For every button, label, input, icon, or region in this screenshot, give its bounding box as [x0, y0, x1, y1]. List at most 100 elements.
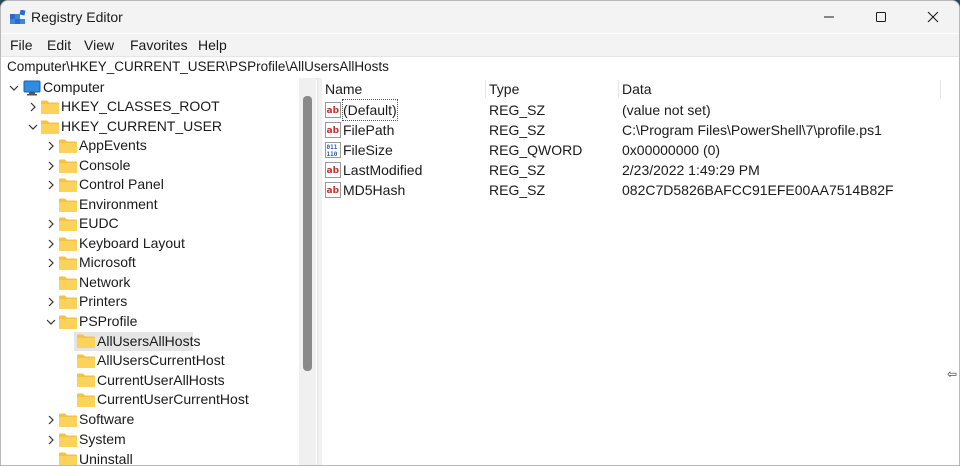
tree-item-console[interactable]: Console	[79, 156, 130, 175]
value-row[interactable]: 011 110 FileSize REG_QWORD 0x00000000 (0)	[322, 140, 959, 160]
chevron-right-icon[interactable]	[46, 219, 56, 229]
svg-text:110: 110	[327, 151, 338, 158]
tree-item-network[interactable]: Network	[79, 273, 130, 292]
maximize-icon	[876, 12, 886, 22]
string-value-icon: ab	[325, 182, 341, 198]
column-header-data[interactable]: Data	[622, 78, 652, 100]
tree-item-uninstall[interactable]: Uninstall	[79, 450, 133, 465]
chevron-right-icon[interactable]	[46, 161, 56, 171]
folder-icon	[59, 217, 77, 231]
minimize-button[interactable]	[805, 1, 853, 33]
column-header-name[interactable]: Name	[325, 78, 362, 100]
value-row[interactable]: ab (Default) REG_SZ (value not set)	[322, 99, 959, 121]
column-header-type[interactable]: Type	[489, 78, 519, 100]
folder-icon	[59, 295, 77, 309]
chevron-right-icon[interactable]	[46, 239, 56, 249]
tree-item-currentuserallhosts[interactable]: CurrentUserAllHosts	[97, 371, 225, 390]
value-data: (value not set)	[622, 102, 711, 118]
tree-item-microsoft[interactable]: Microsoft	[79, 253, 136, 272]
chevron-down-icon[interactable]	[46, 317, 56, 327]
value-type: REG_SZ	[489, 182, 546, 198]
tree-item-hkey-classes-root[interactable]: HKEY_CLASSES_ROOT	[61, 97, 220, 116]
tree-item-computer[interactable]: Computer	[43, 78, 104, 97]
tree-item-currentusercurrenthost[interactable]: CurrentUserCurrentHost	[97, 390, 249, 409]
registry-editor-app-icon	[10, 10, 26, 24]
string-value-icon: ab	[325, 162, 341, 178]
value-type: REG_SZ	[489, 102, 546, 118]
folder-icon	[77, 334, 95, 348]
folder-icon	[59, 198, 77, 212]
tree-item-psprofile[interactable]: PSProfile	[79, 312, 137, 331]
chevron-right-icon[interactable]	[46, 415, 56, 425]
tree-item-control-panel[interactable]: Control Panel	[79, 175, 164, 194]
svg-text:ab: ab	[327, 106, 340, 116]
close-button[interactable]	[909, 1, 957, 33]
column-separator[interactable]	[485, 80, 486, 98]
binary-value-icon: 011110	[325, 142, 341, 158]
tree-item-printers[interactable]: Printers	[79, 292, 127, 311]
svg-text:011: 011	[327, 144, 338, 151]
tree-scrollbar-thumb[interactable]	[303, 96, 312, 371]
folder-icon	[59, 276, 77, 290]
menu-favorites[interactable]: Favorites	[130, 37, 188, 53]
folder-icon	[59, 237, 77, 251]
folder-icon	[59, 413, 77, 427]
value-data: 2/23/2022 1:49:29 PM	[622, 162, 760, 178]
svg-text:ab: ab	[327, 166, 340, 176]
value-data: C:\Program Files\PowerShell\7\profile.ps…	[622, 122, 882, 138]
chevron-right-icon[interactable]	[46, 297, 56, 307]
string-value-icon: ab	[325, 122, 341, 138]
tree-item-allusersallhosts[interactable]: AllUsersAllHosts	[97, 332, 200, 351]
title-bar[interactable]: Registry Editor	[1, 1, 959, 33]
column-separator[interactable]	[618, 80, 619, 98]
folder-icon	[59, 433, 77, 447]
chevron-down-icon[interactable]	[28, 122, 38, 132]
chevron-right-icon[interactable]	[46, 435, 56, 445]
value-name: FileSize	[343, 142, 393, 158]
string-value-icon: ab	[325, 102, 341, 118]
chevron-right-icon[interactable]	[46, 258, 56, 268]
tree-item-hkey-current-user[interactable]: HKEY_CURRENT_USER	[61, 117, 222, 136]
computer-icon	[23, 80, 41, 96]
tree-item-alluserscurrenthost[interactable]: AllUsersCurrentHost	[97, 351, 225, 370]
folder-icon	[77, 393, 95, 407]
address-path[interactable]: Computer\HKEY_CURRENT_USER\PSProfile\All…	[7, 59, 389, 74]
folder-icon	[59, 452, 77, 465]
tree-item-environment[interactable]: Environment	[79, 195, 158, 214]
values-list-pane[interactable]: Name Type Data ab (Default) REG_SZ (valu…	[322, 78, 959, 465]
value-name: LastModified	[343, 162, 423, 178]
column-separator[interactable]	[940, 80, 941, 98]
value-row[interactable]: ab LastModified REG_SZ 2/23/2022 1:49:29…	[322, 160, 959, 180]
resize-cursor-icon: ⇦	[947, 367, 958, 381]
value-row[interactable]: ab MD5Hash REG_SZ 082C7D5826BAFCC91EFE00…	[322, 180, 959, 200]
folder-icon	[77, 373, 95, 387]
menu-edit[interactable]: Edit	[47, 37, 71, 53]
close-icon	[927, 11, 939, 23]
tree-item-eudc[interactable]: EUDC	[79, 214, 119, 233]
value-name: MD5Hash	[343, 182, 406, 198]
address-bar[interactable]: Computer\HKEY_CURRENT_USER\PSProfile\All…	[1, 56, 959, 79]
minimize-icon	[824, 16, 834, 18]
chevron-right-icon[interactable]	[46, 180, 56, 190]
tree-item-software[interactable]: Software	[79, 410, 134, 429]
folder-icon	[59, 139, 77, 153]
chevron-right-icon[interactable]	[28, 102, 38, 112]
value-row[interactable]: ab FilePath REG_SZ C:\Program Files\Powe…	[322, 120, 959, 140]
folder-icon	[59, 178, 77, 192]
value-name: (Default)	[342, 99, 398, 121]
menu-view[interactable]: View	[84, 37, 114, 53]
value-data: 0x00000000 (0)	[622, 142, 721, 158]
tree-item-keyboard-layout[interactable]: Keyboard Layout	[79, 234, 185, 253]
menu-file[interactable]: File	[10, 37, 33, 53]
tree-item-system[interactable]: System	[79, 430, 126, 449]
key-tree-pane[interactable]: Computer HKEY_CLASSES_ROOT HKEY_CURRENT_…	[1, 78, 299, 465]
menu-bar: File Edit View Favorites Help	[1, 34, 959, 56]
folder-icon	[41, 120, 59, 134]
tree-item-appevents[interactable]: AppEvents	[79, 136, 147, 155]
chevron-right-icon[interactable]	[46, 141, 56, 151]
maximize-button[interactable]	[857, 1, 905, 33]
value-name: FilePath	[343, 122, 395, 138]
menu-help[interactable]: Help	[198, 37, 227, 53]
value-type: REG_QWORD	[489, 142, 583, 158]
chevron-down-icon[interactable]	[9, 83, 19, 93]
